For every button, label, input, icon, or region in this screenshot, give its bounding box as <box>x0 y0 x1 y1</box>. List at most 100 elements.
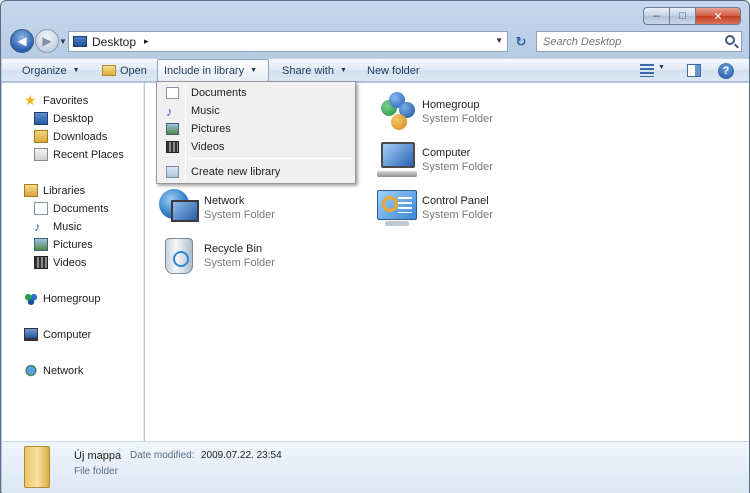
view-options-dropdown-icon[interactable]: ▼ <box>658 64 665 77</box>
refresh-button[interactable]: ↻ <box>511 31 531 52</box>
new-folder-label: New folder <box>367 64 420 77</box>
item-type: System Folder <box>204 209 275 221</box>
computer-icon <box>24 328 38 341</box>
minimize-button[interactable]: – <box>643 7 670 25</box>
open-label: Open <box>120 64 147 77</box>
back-arrow-icon: ◀ <box>17 34 27 48</box>
star-icon: ★ <box>24 92 37 108</box>
change-view-icon[interactable] <box>640 64 654 77</box>
menu-item-label: Pictures <box>191 123 231 135</box>
nav-homegroup[interactable]: Homegroup <box>24 290 100 307</box>
search-input[interactable] <box>543 35 718 48</box>
nav-homegroup-label: Homegroup <box>43 292 101 305</box>
address-location[interactable]: Desktop <box>92 35 136 49</box>
date-modified-value: 2009.07.22. 23:54 <box>201 450 282 461</box>
desktop-icon <box>34 112 48 125</box>
address-dropdown-icon[interactable]: ▼ <box>495 36 503 45</box>
organize-button[interactable]: Organize ▼ <box>16 59 86 82</box>
item-name: Recycle Bin <box>204 243 263 255</box>
help-icon[interactable]: ? <box>718 63 734 79</box>
pictures-icon <box>166 123 179 135</box>
item-name: Homegroup <box>422 99 480 111</box>
control-panel-icon <box>375 186 419 230</box>
nav-favorites[interactable]: ★ Favorites <box>24 92 88 109</box>
item-type: System Folder <box>422 113 493 125</box>
item-homegroup[interactable]: Homegroup System Folder <box>375 90 493 134</box>
refresh-icon: ↻ <box>515 33 527 49</box>
nav-desktop[interactable]: Desktop <box>34 110 93 127</box>
search-box[interactable] <box>536 31 742 52</box>
pictures-icon <box>34 238 48 251</box>
share-with-label: Share with <box>282 64 334 77</box>
menu-separator <box>188 158 352 159</box>
nav-music-label: Music <box>53 220 82 233</box>
chevron-down-icon: ▼ <box>72 67 80 74</box>
recent-pages-dropdown[interactable]: ▼ <box>59 37 67 46</box>
item-recycle-bin[interactable]: Recycle Bin System Folder <box>157 234 275 278</box>
menu-item-create-new-library[interactable]: Create new library <box>160 163 353 181</box>
item-computer[interactable]: Computer System Folder <box>375 138 493 182</box>
include-in-library-button[interactable]: Include in library ▼ <box>157 59 269 82</box>
nav-videos[interactable]: Videos <box>34 254 86 271</box>
nav-documents-label: Documents <box>53 202 109 215</box>
back-button[interactable]: ◀ <box>10 29 34 53</box>
documents-icon <box>34 202 48 215</box>
open-folder-icon <box>102 65 116 76</box>
preview-pane-icon[interactable] <box>687 64 701 77</box>
film-strip-icon <box>166 141 179 153</box>
nav-music[interactable]: ♪ Music <box>34 218 82 235</box>
explorer-window: – □ ✕ ◀ ▶ ▼ Desktop ▸ ▼ ↻ Organize ▼ Open… <box>0 0 750 493</box>
item-name: Computer <box>422 147 471 159</box>
nav-documents[interactable]: Documents <box>34 200 109 217</box>
menu-item-label: Videos <box>191 141 225 153</box>
open-button[interactable]: Open <box>96 59 153 82</box>
item-type: System Folder <box>422 209 493 221</box>
item-type: System Folder <box>204 257 275 269</box>
menu-item-pictures[interactable]: Pictures <box>160 120 353 138</box>
nav-libraries[interactable]: Libraries <box>24 182 85 199</box>
downloads-folder-icon <box>34 130 48 143</box>
nav-videos-label: Videos <box>53 256 87 269</box>
music-note-icon: ♪ <box>166 104 173 119</box>
new-folder-button[interactable]: New folder <box>361 59 426 82</box>
nav-favorites-label: Favorites <box>43 94 89 107</box>
item-type: System Folder <box>422 161 493 173</box>
caption-buttons: – □ ✕ <box>643 7 741 25</box>
folder-icon <box>24 446 50 488</box>
item-network[interactable]: Network System Folder <box>157 186 275 230</box>
documents-icon <box>166 87 179 99</box>
menu-item-documents[interactable]: Documents <box>160 84 353 102</box>
network-icon <box>157 186 201 230</box>
organize-label: Organize <box>22 64 67 77</box>
film-strip-icon <box>34 256 48 269</box>
include-in-library-menu: Documents ♪ Music Pictures Videos Create … <box>156 81 356 184</box>
new-library-icon <box>166 166 179 178</box>
music-note-icon: ♪ <box>34 219 41 234</box>
menu-item-videos[interactable]: Videos <box>160 138 353 156</box>
breadcrumb-chevron-icon[interactable]: ▸ <box>144 36 149 47</box>
forward-button[interactable]: ▶ <box>35 29 59 53</box>
libraries-icon <box>24 184 38 197</box>
nav-computer-label: Computer <box>43 328 92 341</box>
nav-pictures[interactable]: Pictures <box>34 236 93 253</box>
forward-arrow-icon: ▶ <box>42 34 52 48</box>
nav-downloads-label: Downloads <box>53 130 108 143</box>
item-control-panel[interactable]: Control Panel System Folder <box>375 186 493 230</box>
nav-downloads[interactable]: Downloads <box>34 128 107 145</box>
close-button[interactable]: ✕ <box>696 7 741 25</box>
search-icon[interactable] <box>725 35 735 45</box>
homegroup-icon <box>24 292 38 305</box>
menu-item-label: Create new library <box>191 166 281 178</box>
share-with-button[interactable]: Share with ▼ <box>276 59 353 82</box>
selected-item-name: Új mappa <box>74 450 122 462</box>
address-bar[interactable]: Desktop ▸ ▼ <box>68 31 508 52</box>
date-modified-label: Date modified: <box>130 450 195 461</box>
menu-item-label: Music <box>191 105 220 117</box>
nav-recent-places[interactable]: Recent Places <box>34 146 124 163</box>
maximize-button[interactable]: □ <box>670 7 696 25</box>
nav-computer[interactable]: Computer <box>24 326 91 343</box>
menu-item-music[interactable]: ♪ Music <box>160 102 353 120</box>
nav-network[interactable]: Network <box>24 362 83 379</box>
homegroup-icon <box>375 90 419 134</box>
nav-libraries-label: Libraries <box>43 184 86 197</box>
